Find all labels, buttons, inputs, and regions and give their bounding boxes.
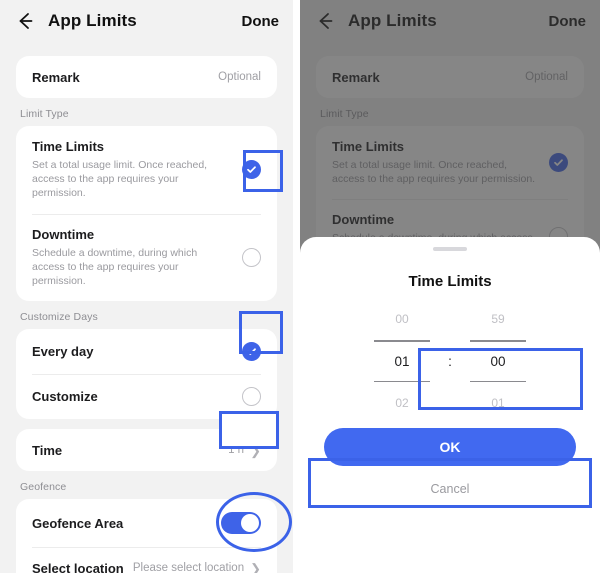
app-header: App Limits Done	[0, 0, 293, 42]
remark-label: Remark	[32, 69, 80, 85]
picker-row-above[interactable]: 00 59	[300, 312, 600, 326]
time-row[interactable]: Time 1 h ❯	[16, 429, 277, 471]
option-downtime[interactable]: Downtime Schedule a downtime, during whi…	[16, 213, 277, 302]
picker-top-divider	[300, 340, 600, 342]
customize-days-card: Every day Customize	[16, 329, 277, 420]
option-time-limits-desc: Set a total usage limit. Once reached, a…	[32, 159, 208, 200]
screenshot-stage: App Limits Done Remark Optional Limit Ty…	[0, 0, 600, 573]
time-value: 1 h	[228, 444, 245, 457]
ok-button[interactable]: OK	[324, 428, 576, 467]
remark-card: Remark Optional	[16, 56, 277, 98]
panel-divider	[293, 0, 300, 573]
limit-type-card: Time Limits Set a total usage limit. Onc…	[16, 126, 277, 302]
time-picker[interactable]: 00 59 01 : 00 02 01	[300, 312, 600, 410]
radio-downtime-icon[interactable]	[242, 247, 261, 267]
time-label: Time	[32, 442, 63, 458]
time-card: Time 1 h ❯	[16, 429, 277, 472]
time-limits-sheet: Time Limits 00 59 01 : 00 02 01 OK Cance…	[300, 237, 600, 573]
picker-line	[470, 340, 526, 342]
left-phone-panel: App Limits Done Remark Optional Limit Ty…	[0, 0, 293, 573]
remark-row[interactable]: Remark Optional	[16, 56, 277, 98]
radio-time-limits-checked-icon[interactable]	[242, 160, 261, 180]
picker-row-below[interactable]: 02 01	[300, 396, 600, 410]
geofence-area-label: Geofence Area	[32, 515, 124, 531]
sheet-title: Time Limits	[408, 273, 492, 290]
picker-minutes-below[interactable]: 01	[461, 396, 535, 410]
remark-input[interactable]: Optional	[218, 71, 261, 83]
picker-separator: :	[448, 353, 452, 369]
cancel-button[interactable]: Cancel	[300, 482, 600, 496]
geofence-section-label: Geofence	[20, 481, 67, 494]
picker-line	[470, 380, 526, 383]
option-customize-title: Customize	[32, 389, 98, 405]
option-customize[interactable]: Customize	[16, 374, 277, 419]
radio-every-day-checked-icon[interactable]	[242, 342, 261, 362]
toggle-knob	[241, 514, 259, 533]
picker-hours-below[interactable]: 02	[365, 396, 439, 410]
option-every-day[interactable]: Every day	[16, 329, 277, 374]
select-location-row[interactable]: Select location Please select location ❯	[16, 547, 277, 573]
picker-minutes-selected[interactable]: 00	[461, 354, 535, 369]
option-every-day-title: Every day	[32, 344, 94, 360]
geofence-area-row[interactable]: Geofence Area	[16, 499, 277, 547]
picker-line	[374, 380, 430, 383]
done-button[interactable]: Done	[242, 13, 280, 30]
option-time-limits[interactable]: Time Limits Set a total usage limit. Onc…	[16, 126, 277, 214]
right-phone-panel: App Limits Done Remark Optional Limit Ty…	[300, 0, 600, 573]
option-downtime-desc: Schedule a downtime, during which access…	[32, 246, 198, 287]
picker-row-selected[interactable]: 01 : 00	[300, 354, 600, 369]
option-time-limits-title: Time Limits	[32, 139, 105, 154]
geofence-area-toggle[interactable]	[221, 512, 261, 535]
picker-hours-above[interactable]: 00	[365, 312, 439, 326]
select-location-value: Please select location	[132, 562, 245, 573]
chevron-right-icon: ❯	[250, 560, 261, 573]
select-location-label: Select location	[32, 560, 124, 573]
picker-bottom-divider	[300, 380, 600, 383]
chevron-right-icon: ❯	[250, 442, 261, 458]
sheet-drag-handle[interactable]	[433, 247, 467, 251]
customize-days-section-label: Customize Days	[20, 311, 98, 324]
option-downtime-title: Downtime	[32, 226, 95, 242]
picker-hours-selected[interactable]: 01	[365, 354, 439, 369]
picker-minutes-above[interactable]: 59	[461, 312, 535, 326]
radio-customize-icon[interactable]	[242, 387, 261, 407]
arrow-left-icon[interactable]	[14, 10, 36, 32]
picker-line	[374, 340, 430, 342]
limit-type-section-label: Limit Type	[20, 108, 69, 120]
page-title: App Limits	[48, 11, 137, 30]
geofence-card: Geofence Area Select location Please sel…	[16, 499, 277, 573]
